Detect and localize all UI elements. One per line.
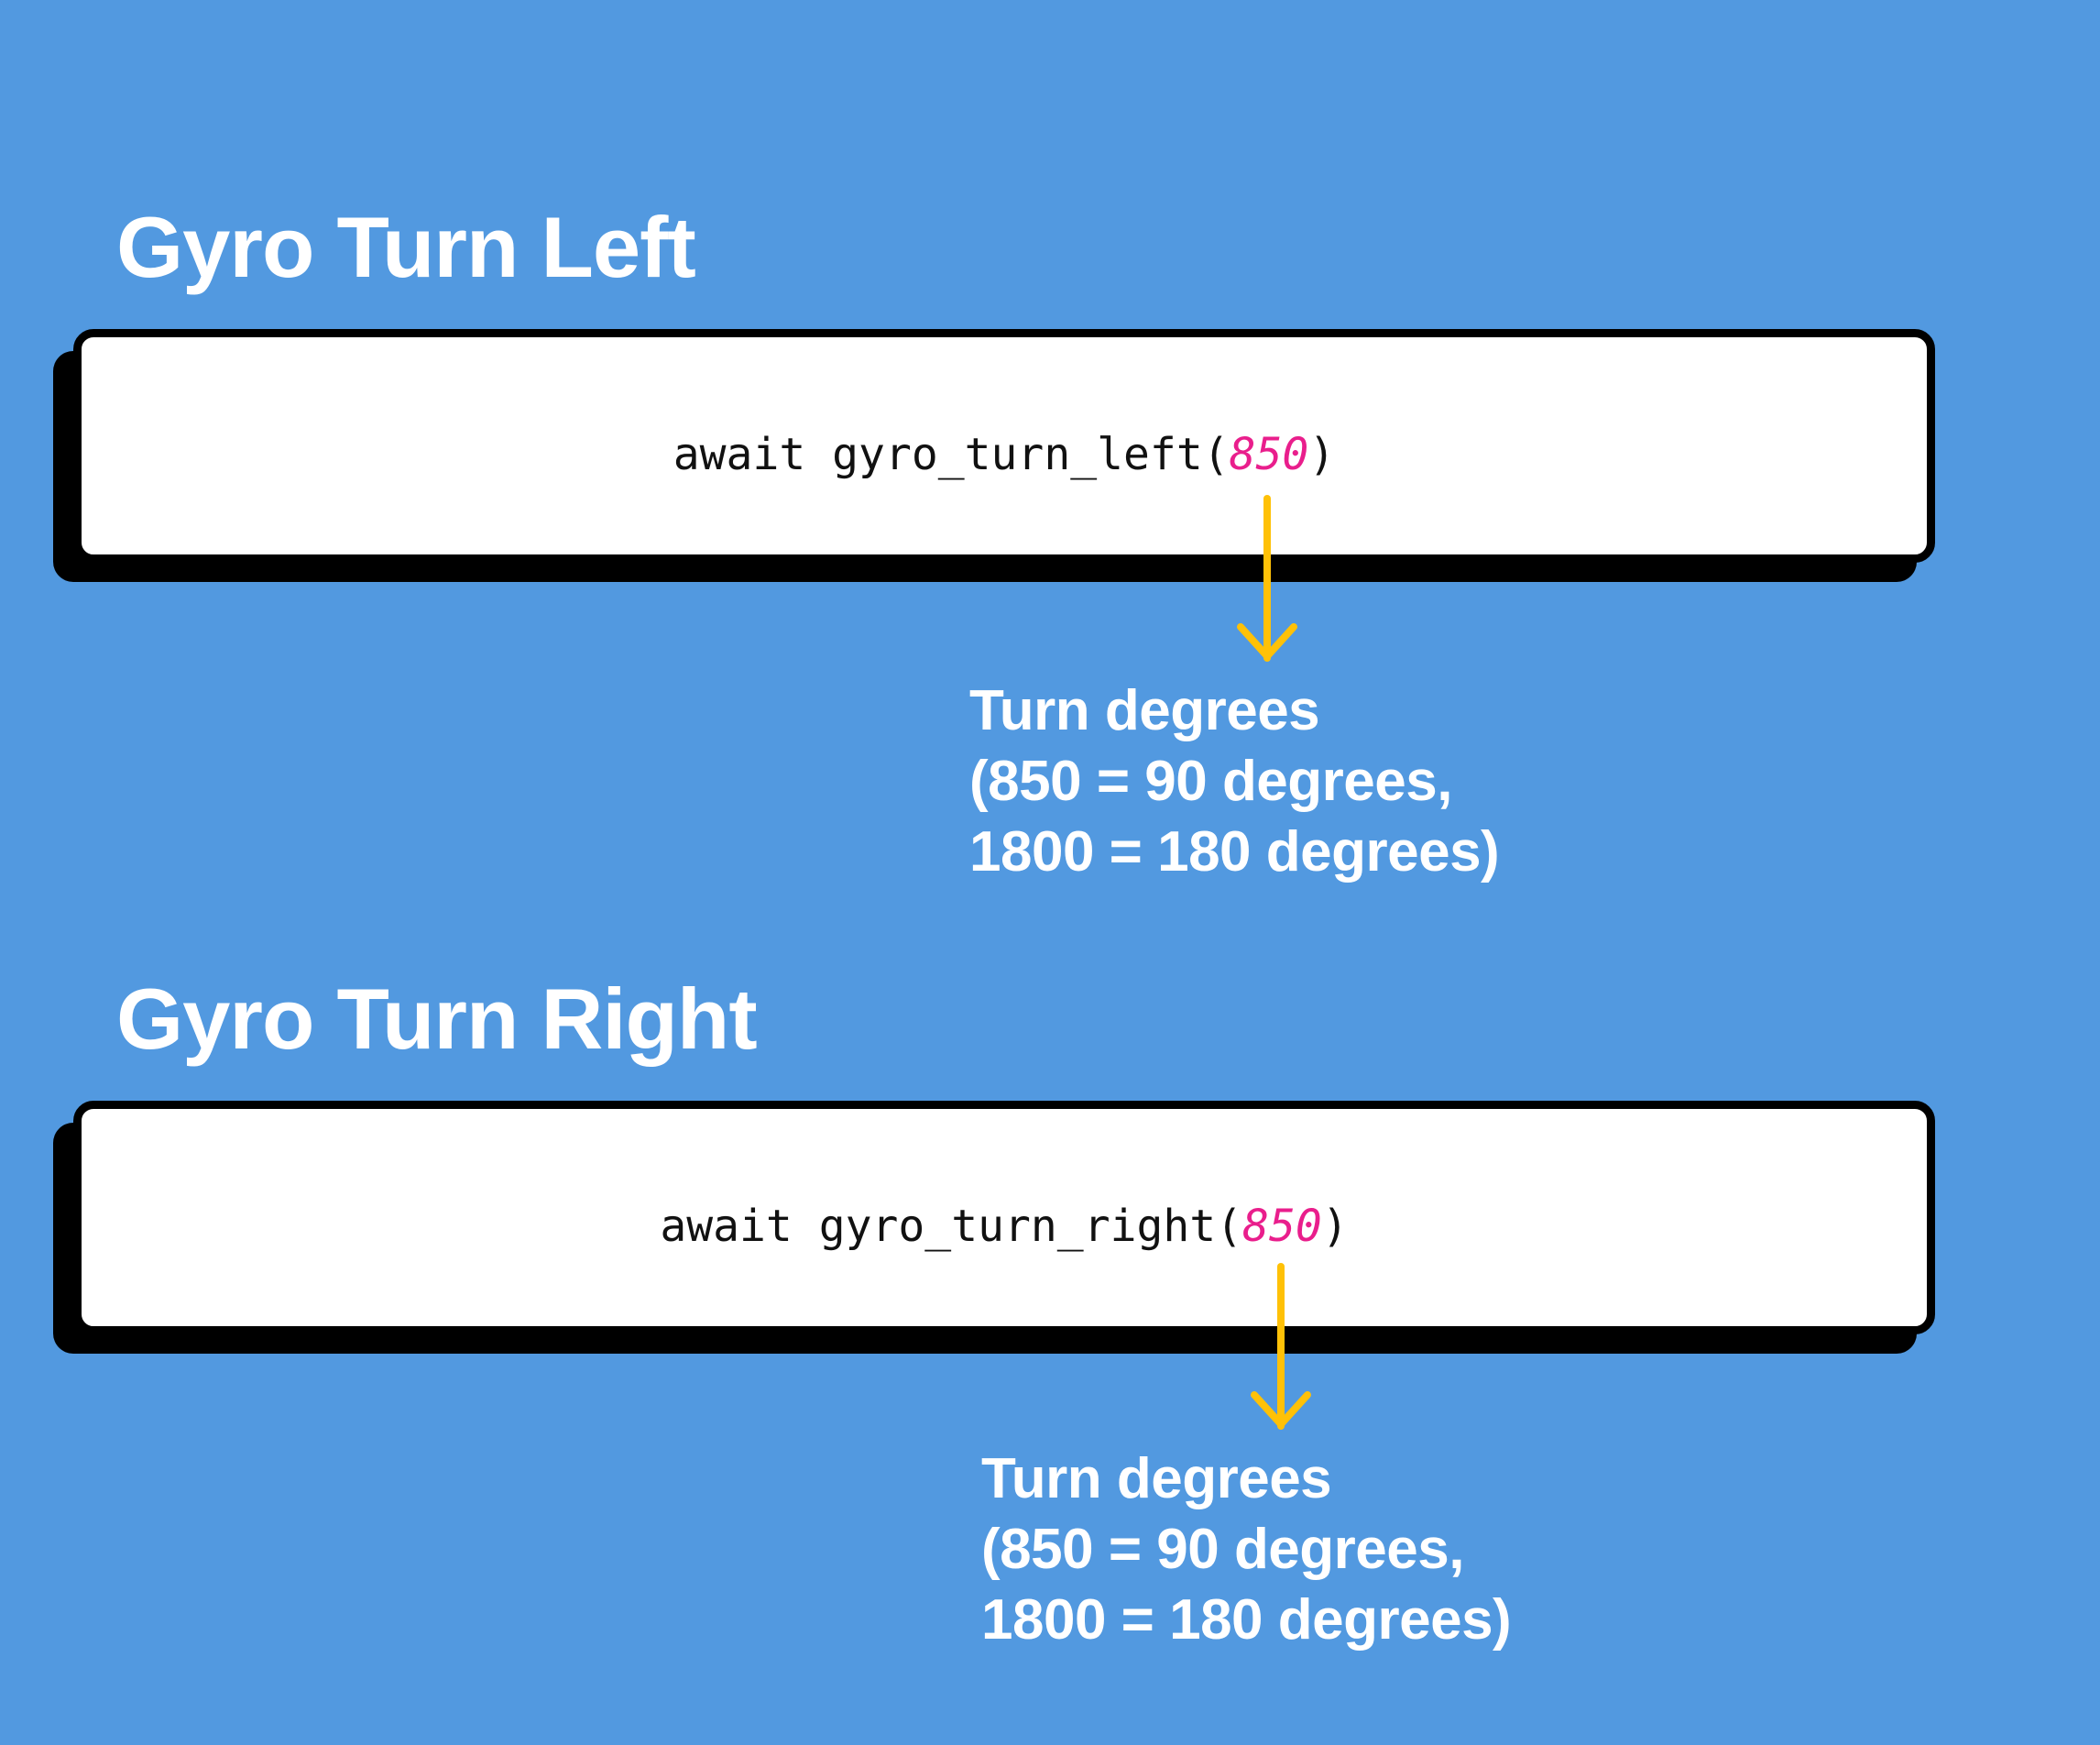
- diagram-canvas: Gyro Turn Left await gyro_turn_left(850)…: [0, 0, 2100, 1745]
- turn-note-right-line2: (850 = 90 degrees,: [981, 1518, 1464, 1581]
- code-suffix-left: ): [1308, 429, 1336, 480]
- code-box-left: await gyro_turn_left(850): [73, 329, 1935, 563]
- code-suffix-right: ): [1321, 1201, 1349, 1252]
- code-prefix-left: await gyro_turn_left(: [673, 429, 1230, 480]
- code-line-left: await gyro_turn_left(850): [82, 427, 1927, 482]
- code-line-right: await gyro_turn_right(850): [82, 1199, 1927, 1254]
- section-heading-right: Gyro Turn Right: [116, 971, 758, 1067]
- turn-note-right: Turn degrees (850 = 90 degrees, 1800 = 1…: [981, 1443, 1512, 1655]
- code-argument-left: 850: [1229, 429, 1309, 480]
- arrow-down-icon-left: [1237, 495, 1297, 662]
- arrow-down-icon-right: [1251, 1263, 1311, 1430]
- turn-note-right-line1: Turn degrees: [981, 1447, 1332, 1510]
- turn-note-left-line3: 1800 = 180 degrees): [969, 820, 1500, 883]
- code-box-right: await gyro_turn_right(850): [73, 1101, 1935, 1334]
- section-heading-left: Gyro Turn Left: [116, 199, 696, 295]
- turn-note-right-line3: 1800 = 180 degrees): [981, 1588, 1512, 1652]
- code-prefix-right: await gyro_turn_right(: [660, 1201, 1243, 1252]
- turn-note-left-line2: (850 = 90 degrees,: [969, 750, 1452, 813]
- turn-note-left-line1: Turn degrees: [969, 679, 1320, 742]
- code-argument-right: 850: [1242, 1201, 1322, 1252]
- turn-note-left: Turn degrees (850 = 90 degrees, 1800 = 1…: [969, 675, 1500, 887]
